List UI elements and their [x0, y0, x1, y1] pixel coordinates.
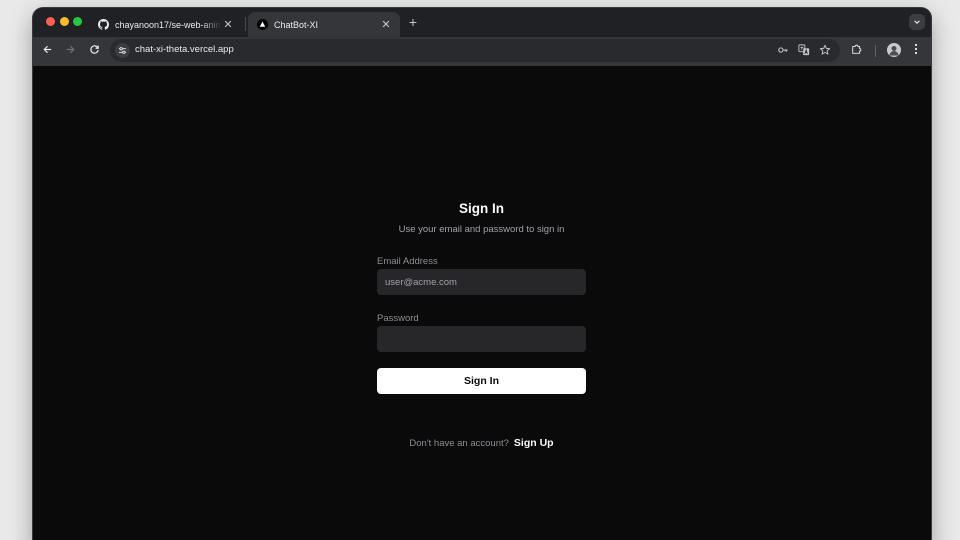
- tab-title: ChatBot-XI: [274, 19, 319, 30]
- forward-arrow-icon: [65, 42, 76, 60]
- browser-window: chayanoon17/se-web-animation ✕ ChatBot-X…: [33, 8, 931, 540]
- forward-button[interactable]: [62, 43, 78, 59]
- email-label: Email Address: [377, 256, 438, 267]
- tab-divider: [245, 17, 246, 31]
- tab-strip: chayanoon17/se-web-animation ✕ ChatBot-X…: [33, 8, 931, 37]
- back-arrow-icon: [42, 42, 53, 60]
- password-field[interactable]: [377, 326, 586, 352]
- site-info-button[interactable]: [115, 43, 130, 58]
- signup-row: Don't have an account? Sign Up: [377, 437, 586, 449]
- tune-icon: [118, 42, 127, 60]
- page-subtitle: Use your email and password to sign in: [398, 224, 565, 235]
- profile-avatar[interactable]: [887, 43, 901, 57]
- extensions-button[interactable]: [849, 43, 865, 59]
- toolbar-divider: [875, 45, 876, 57]
- page-viewport: Sign In Use your email and password to s…: [33, 66, 931, 540]
- reload-button[interactable]: [86, 43, 102, 59]
- maximize-window-button[interactable]: [73, 17, 82, 26]
- reload-icon: [89, 42, 100, 60]
- minimize-window-button[interactable]: [60, 17, 69, 26]
- sign-in-button[interactable]: Sign In: [377, 368, 586, 394]
- sign-up-link[interactable]: Sign Up: [514, 437, 554, 449]
- tab-search-button[interactable]: [909, 14, 925, 30]
- chevron-down-icon: [913, 13, 921, 31]
- close-tab-icon[interactable]: ✕: [222, 19, 234, 31]
- url-text: chat-xi-theta.vercel.app: [135, 44, 234, 55]
- new-tab-button[interactable]: +: [406, 15, 420, 29]
- password-key-icon[interactable]: [776, 43, 790, 57]
- email-field[interactable]: [377, 269, 586, 295]
- signup-prompt: Don't have an account?: [409, 438, 509, 449]
- bookmark-star-icon[interactable]: [818, 43, 832, 57]
- tab-github[interactable]: chayanoon17/se-web-animation ✕: [89, 12, 242, 37]
- puzzle-icon: [851, 42, 863, 60]
- github-icon: [97, 19, 109, 31]
- vercel-triangle-icon: [256, 19, 268, 31]
- password-label: Password: [377, 313, 419, 324]
- back-button[interactable]: [39, 43, 55, 59]
- tab-title: chayanoon17/se-web-animation: [115, 19, 222, 30]
- tab-chatbot-active[interactable]: ChatBot-XI ✕: [248, 12, 400, 37]
- page-title: Sign In: [459, 201, 504, 216]
- translate-icon[interactable]: [797, 43, 811, 57]
- address-bar[interactable]: chat-xi-theta.vercel.app: [110, 39, 840, 62]
- more-vertical-icon: [914, 42, 918, 60]
- close-window-button[interactable]: [46, 17, 55, 26]
- close-tab-icon[interactable]: ✕: [380, 19, 392, 31]
- browser-toolbar: chat-xi-theta.vercel.app: [33, 37, 931, 66]
- browser-menu-button[interactable]: [908, 43, 924, 59]
